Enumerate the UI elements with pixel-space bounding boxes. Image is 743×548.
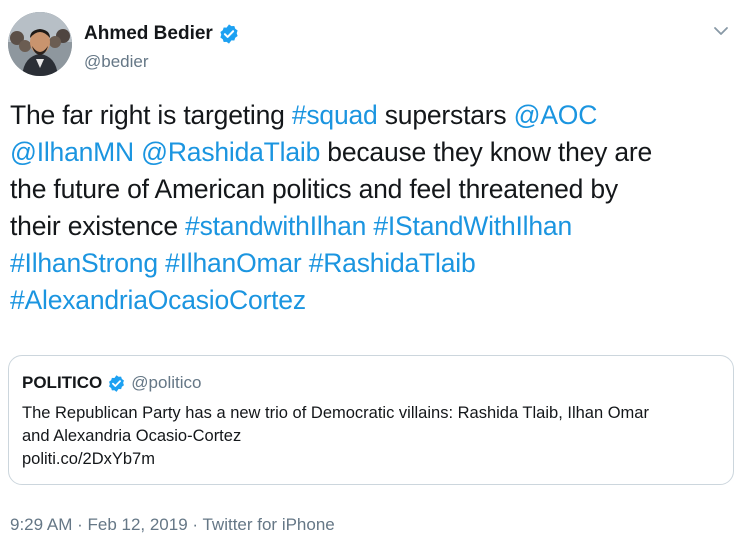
tweet-text: The far right is targeting #squad supers… xyxy=(10,97,735,319)
mention-link[interactable]: @AOC xyxy=(514,100,598,130)
tweet-text-segment xyxy=(158,248,165,278)
hashtag-link[interactable]: #RashidaTlaib xyxy=(309,248,476,278)
mention-link[interactable]: @RashidaTlaib xyxy=(141,137,320,167)
hashtag-link[interactable]: #standwithIlhan xyxy=(185,211,366,241)
tweet-text-segment xyxy=(302,248,309,278)
hashtag-link[interactable]: #squad xyxy=(292,100,378,130)
tweet-text-segment: their existence xyxy=(10,211,186,241)
quoted-author-handle: @politico xyxy=(131,373,202,392)
author-info: Ahmed Bedier @bedier xyxy=(84,22,240,73)
quoted-text-line: The Republican Party has a new trio of D… xyxy=(22,404,649,422)
tweet-line: The far right is targeting #squad supers… xyxy=(10,97,735,134)
hashtag-link[interactable]: #AlexandriaOcasioCortez xyxy=(10,285,306,315)
author-handle[interactable]: @bedier xyxy=(84,51,240,73)
tweet-text-segment: The far right is targeting xyxy=(10,100,292,130)
author-name[interactable]: Ahmed Bedier xyxy=(84,22,213,46)
verified-badge-icon xyxy=(107,374,126,393)
tweet-line: the future of American politics and feel… xyxy=(10,171,735,208)
chevron-down-icon[interactable] xyxy=(713,24,729,36)
tweet-text-segment: because they know they are xyxy=(320,137,653,167)
quoted-tweet-card[interactable]: POLITICO @politico The Republican Party … xyxy=(8,355,734,485)
tweet-text-segment: the future of American politics and feel… xyxy=(10,174,618,204)
tweet-line: #AlexandriaOcasioCortez xyxy=(10,282,735,319)
author-avatar[interactable] xyxy=(8,12,72,76)
quoted-author-name: POLITICO xyxy=(22,373,103,392)
tweet-line: #IlhanStrong #IlhanOmar #RashidaTlaib xyxy=(10,245,735,282)
hashtag-link[interactable]: #IStandWithIlhan xyxy=(373,211,572,241)
hashtag-link[interactable]: #IlhanOmar xyxy=(165,248,302,278)
tweet-line: their existence #standwithIlhan #IStandW… xyxy=(10,208,735,245)
hashtag-link[interactable]: #IlhanStrong xyxy=(10,248,158,278)
quoted-tweet-text: The Republican Party has a new trio of D… xyxy=(22,402,719,471)
mention-link[interactable]: @IlhanMN xyxy=(10,137,134,167)
verified-badge-icon xyxy=(218,23,240,45)
quoted-text-line: and Alexandria Ocasio-Cortez xyxy=(22,427,242,445)
quoted-link[interactable]: politi.co/2DxYb7m xyxy=(22,448,719,471)
avatar-photo xyxy=(8,12,72,76)
tweet-text-segment: superstars xyxy=(377,100,514,130)
tweet-timestamp-source[interactable]: 9:29 AM · Feb 12, 2019 · Twitter for iPh… xyxy=(10,513,335,537)
tweet-line: @IlhanMN @RashidaTlaib because they know… xyxy=(10,134,735,171)
